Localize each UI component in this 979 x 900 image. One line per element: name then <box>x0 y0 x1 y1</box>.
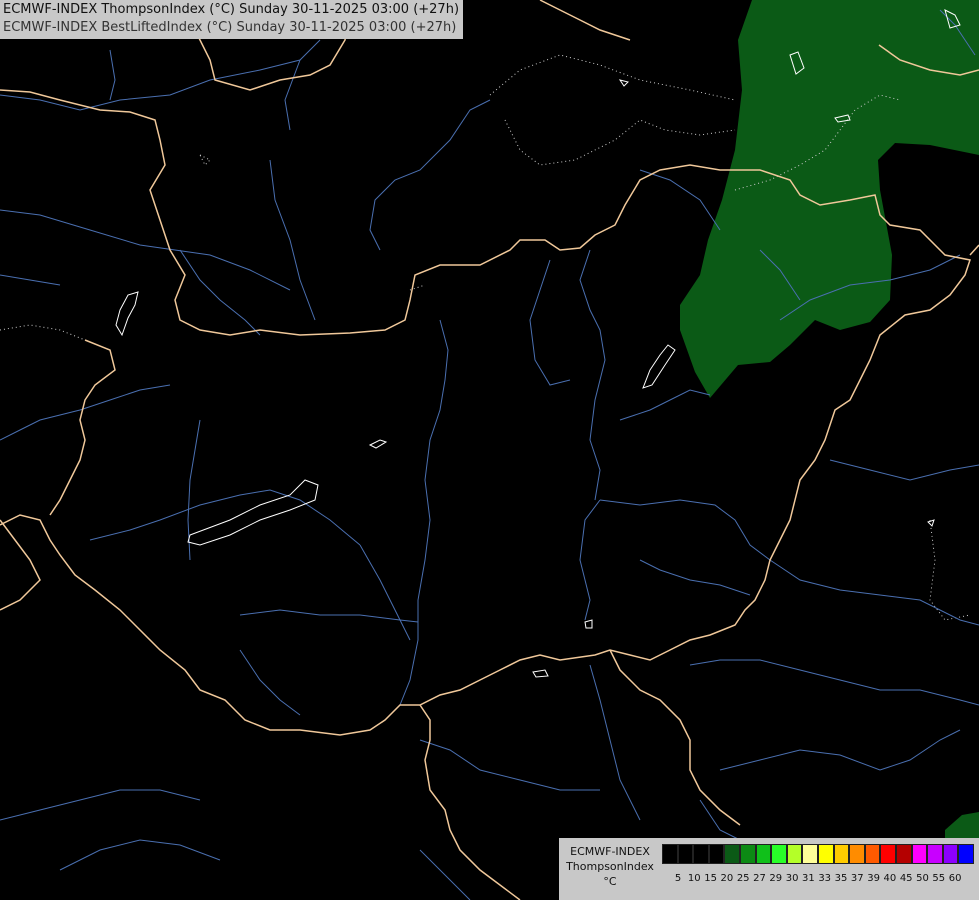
legend-swatch <box>739 844 756 864</box>
title-line-thompson: ECMWF-INDEX ThompsonIndex (°C) Sunday 30… <box>3 2 460 17</box>
legend-tick-label: 45 <box>899 873 913 884</box>
legend-swatch <box>786 844 803 864</box>
legend-ticks: 5 10 15 20 25 27 29 30 31 33 35 37 39 40 45 50 55 60 <box>662 873 978 887</box>
legend-swatch <box>817 844 834 864</box>
legend-tick-label: 37 <box>850 873 864 884</box>
legend-tick-label: 50 <box>916 873 929 884</box>
legend-swatch <box>802 844 818 864</box>
legend-tick-label: 33 <box>818 873 832 884</box>
legend-tick-label: 60 <box>948 873 962 884</box>
map-title: ECMWF-INDEX ThompsonIndex (°C) Sunday 30… <box>0 0 464 39</box>
title-line-bestlifted: ECMWF-INDEX BestLiftedIndex (°C) Sunday … <box>3 20 457 35</box>
legend-tick-label: 27 <box>753 873 766 884</box>
legend-title-line2: ThompsonIndex <box>566 860 654 873</box>
legend-title: ECMWF-INDEX ThompsonIndex °C <box>559 844 661 889</box>
legend-swatch <box>708 844 725 864</box>
legend-swatch <box>662 844 678 864</box>
legend-swatch <box>693 844 709 864</box>
legend-swatches <box>662 844 974 864</box>
legend-swatch <box>927 844 943 864</box>
legend-tick-label: 40 <box>883 873 897 884</box>
legend-title-line1: ECMWF-INDEX <box>570 845 650 858</box>
legend-swatch <box>958 844 974 864</box>
legend-tick-label: 5 <box>674 873 682 884</box>
legend-tick-label: 15 <box>704 873 717 884</box>
legend-swatch <box>771 844 787 864</box>
legend-unit: °C <box>603 875 617 888</box>
weather-map <box>0 0 979 900</box>
legend-swatch <box>849 844 865 864</box>
legend-swatch <box>911 844 928 864</box>
legend-swatch <box>864 844 881 864</box>
legend-tick-label: 25 <box>736 873 750 884</box>
legend-swatch <box>942 844 959 864</box>
legend-tick-label: 39 <box>867 873 880 884</box>
legend-tick-label: 10 <box>687 873 701 884</box>
color-legend: ECMWF-INDEX ThompsonIndex °C 5 10 15 20 25 27… <box>559 838 979 900</box>
legend-swatch <box>724 844 740 864</box>
legend-swatch <box>880 844 896 864</box>
legend-tick-label: 35 <box>834 873 848 884</box>
legend-tick-label: 20 <box>720 873 734 884</box>
legend-tick-label: 31 <box>802 873 815 884</box>
legend-swatch <box>833 844 850 864</box>
legend-swatch <box>895 844 912 864</box>
legend-tick-label: 55 <box>932 873 946 884</box>
legend-tick-label: 30 <box>785 873 799 884</box>
legend-swatch <box>755 844 772 864</box>
legend-tick-label: 29 <box>769 873 783 884</box>
legend-swatch <box>677 844 694 864</box>
